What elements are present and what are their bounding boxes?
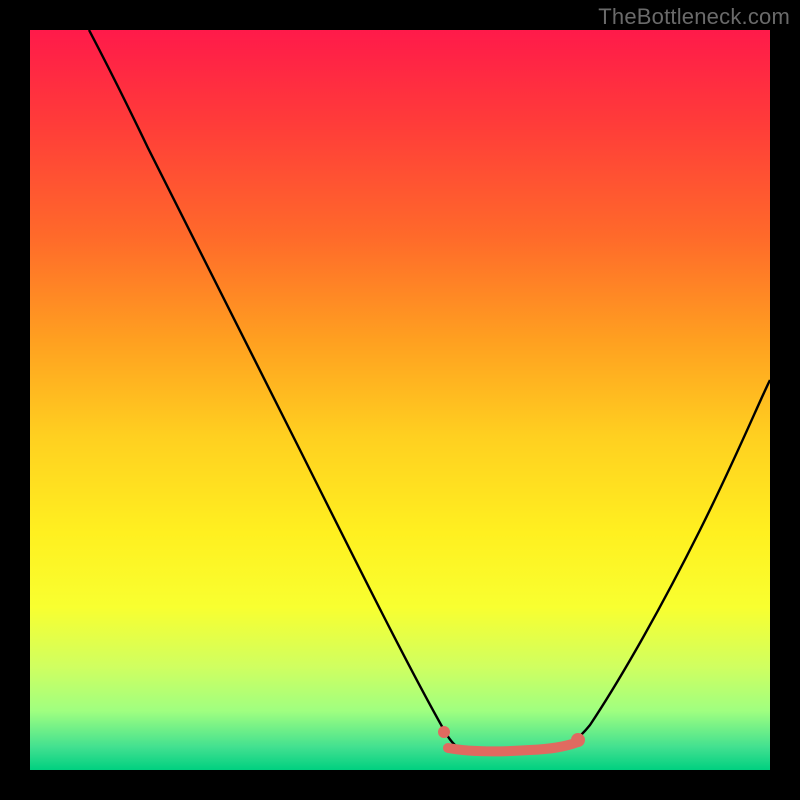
highlight-start-dot <box>438 726 450 738</box>
chart-svg <box>30 30 770 770</box>
highlight-path <box>448 742 578 751</box>
chart-frame: TheBottleneck.com <box>0 0 800 800</box>
watermark-text: TheBottleneck.com <box>598 4 790 30</box>
curve-path <box>89 30 770 752</box>
plot-area <box>30 30 770 770</box>
highlight-end-dot <box>571 733 585 747</box>
